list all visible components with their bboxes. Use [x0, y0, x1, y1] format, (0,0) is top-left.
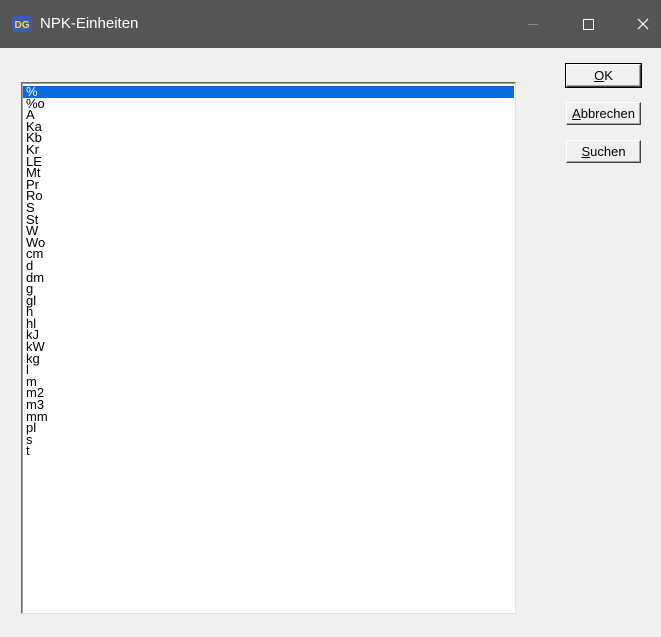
list-item[interactable]: S [23, 201, 514, 214]
list-item[interactable]: W [23, 224, 514, 237]
cancel-button[interactable]: Abbrechen [566, 102, 641, 125]
maximize-button[interactable] [565, 0, 611, 48]
npk-units-dialog: DG NPK-Einheiten % %o A Ka Kb Kr LE Mt Pr Ro S St W W… [0, 0, 661, 637]
maximize-icon [583, 19, 594, 30]
units-list: % %o A Ka Kb Kr LE Mt Pr Ro S St W Wo cm d dm g gl h hl kJ kW k… [23, 85, 514, 458]
dg-logo-icon: DG [12, 16, 32, 32]
search-button[interactable]: Suchen [566, 140, 641, 163]
list-item[interactable]: m3 [23, 398, 514, 411]
close-button[interactable] [620, 0, 661, 48]
list-item[interactable]: Ro [23, 190, 514, 203]
list-item[interactable]: Ka [23, 120, 514, 133]
list-item[interactable]: Kb [23, 132, 514, 145]
list-item[interactable]: dm [23, 271, 514, 284]
list-item[interactable]: Wo [23, 236, 514, 249]
search-label: uchen [590, 144, 626, 159]
list-item[interactable]: hl [23, 317, 514, 330]
title-bar[interactable]: DG NPK-Einheiten [0, 0, 661, 48]
svg-text:DG: DG [15, 20, 30, 31]
units-listbox[interactable]: % %o A Ka Kb Kr LE Mt Pr Ro S St W Wo cm d dm g gl h hl kJ kW k… [21, 82, 516, 614]
list-item[interactable]: gl [23, 294, 514, 307]
list-item[interactable]: cm [23, 248, 514, 261]
ok-mnemonic: O [594, 68, 605, 83]
list-item[interactable]: Pr [23, 178, 514, 191]
close-icon [637, 18, 649, 30]
list-item[interactable]: kg [23, 352, 514, 365]
minimize-button[interactable] [510, 0, 556, 48]
list-item[interactable]: pl [23, 421, 514, 434]
list-item[interactable]: kW [23, 340, 514, 353]
list-item[interactable]: s [23, 433, 514, 446]
list-item[interactable]: A [23, 108, 514, 121]
list-item[interactable]: %o [23, 97, 514, 110]
window-title: NPK-Einheiten [40, 15, 139, 32]
list-item[interactable]: l [23, 363, 514, 376]
list-item[interactable]: mm [23, 410, 514, 423]
list-item[interactable]: % [23, 85, 514, 98]
list-item[interactable]: Mt [23, 166, 514, 179]
list-item[interactable]: St [23, 213, 514, 226]
list-item[interactable]: g [23, 282, 514, 295]
list-item[interactable]: Kr [23, 143, 514, 156]
ok-label: K [604, 68, 613, 83]
list-item[interactable]: m [23, 375, 514, 388]
list-item[interactable]: h [23, 306, 514, 319]
ok-button[interactable]: OK [565, 63, 642, 88]
cancel-label: bbrechen [580, 106, 635, 121]
minimize-icon [528, 24, 538, 25]
list-item[interactable]: t [23, 445, 514, 458]
list-item[interactable]: d [23, 259, 514, 272]
cancel-mnemonic: A [572, 106, 581, 121]
list-item[interactable]: kJ [23, 329, 514, 342]
search-mnemonic: S [581, 144, 591, 159]
list-item[interactable]: m2 [23, 387, 514, 400]
list-item[interactable]: LE [23, 155, 514, 168]
